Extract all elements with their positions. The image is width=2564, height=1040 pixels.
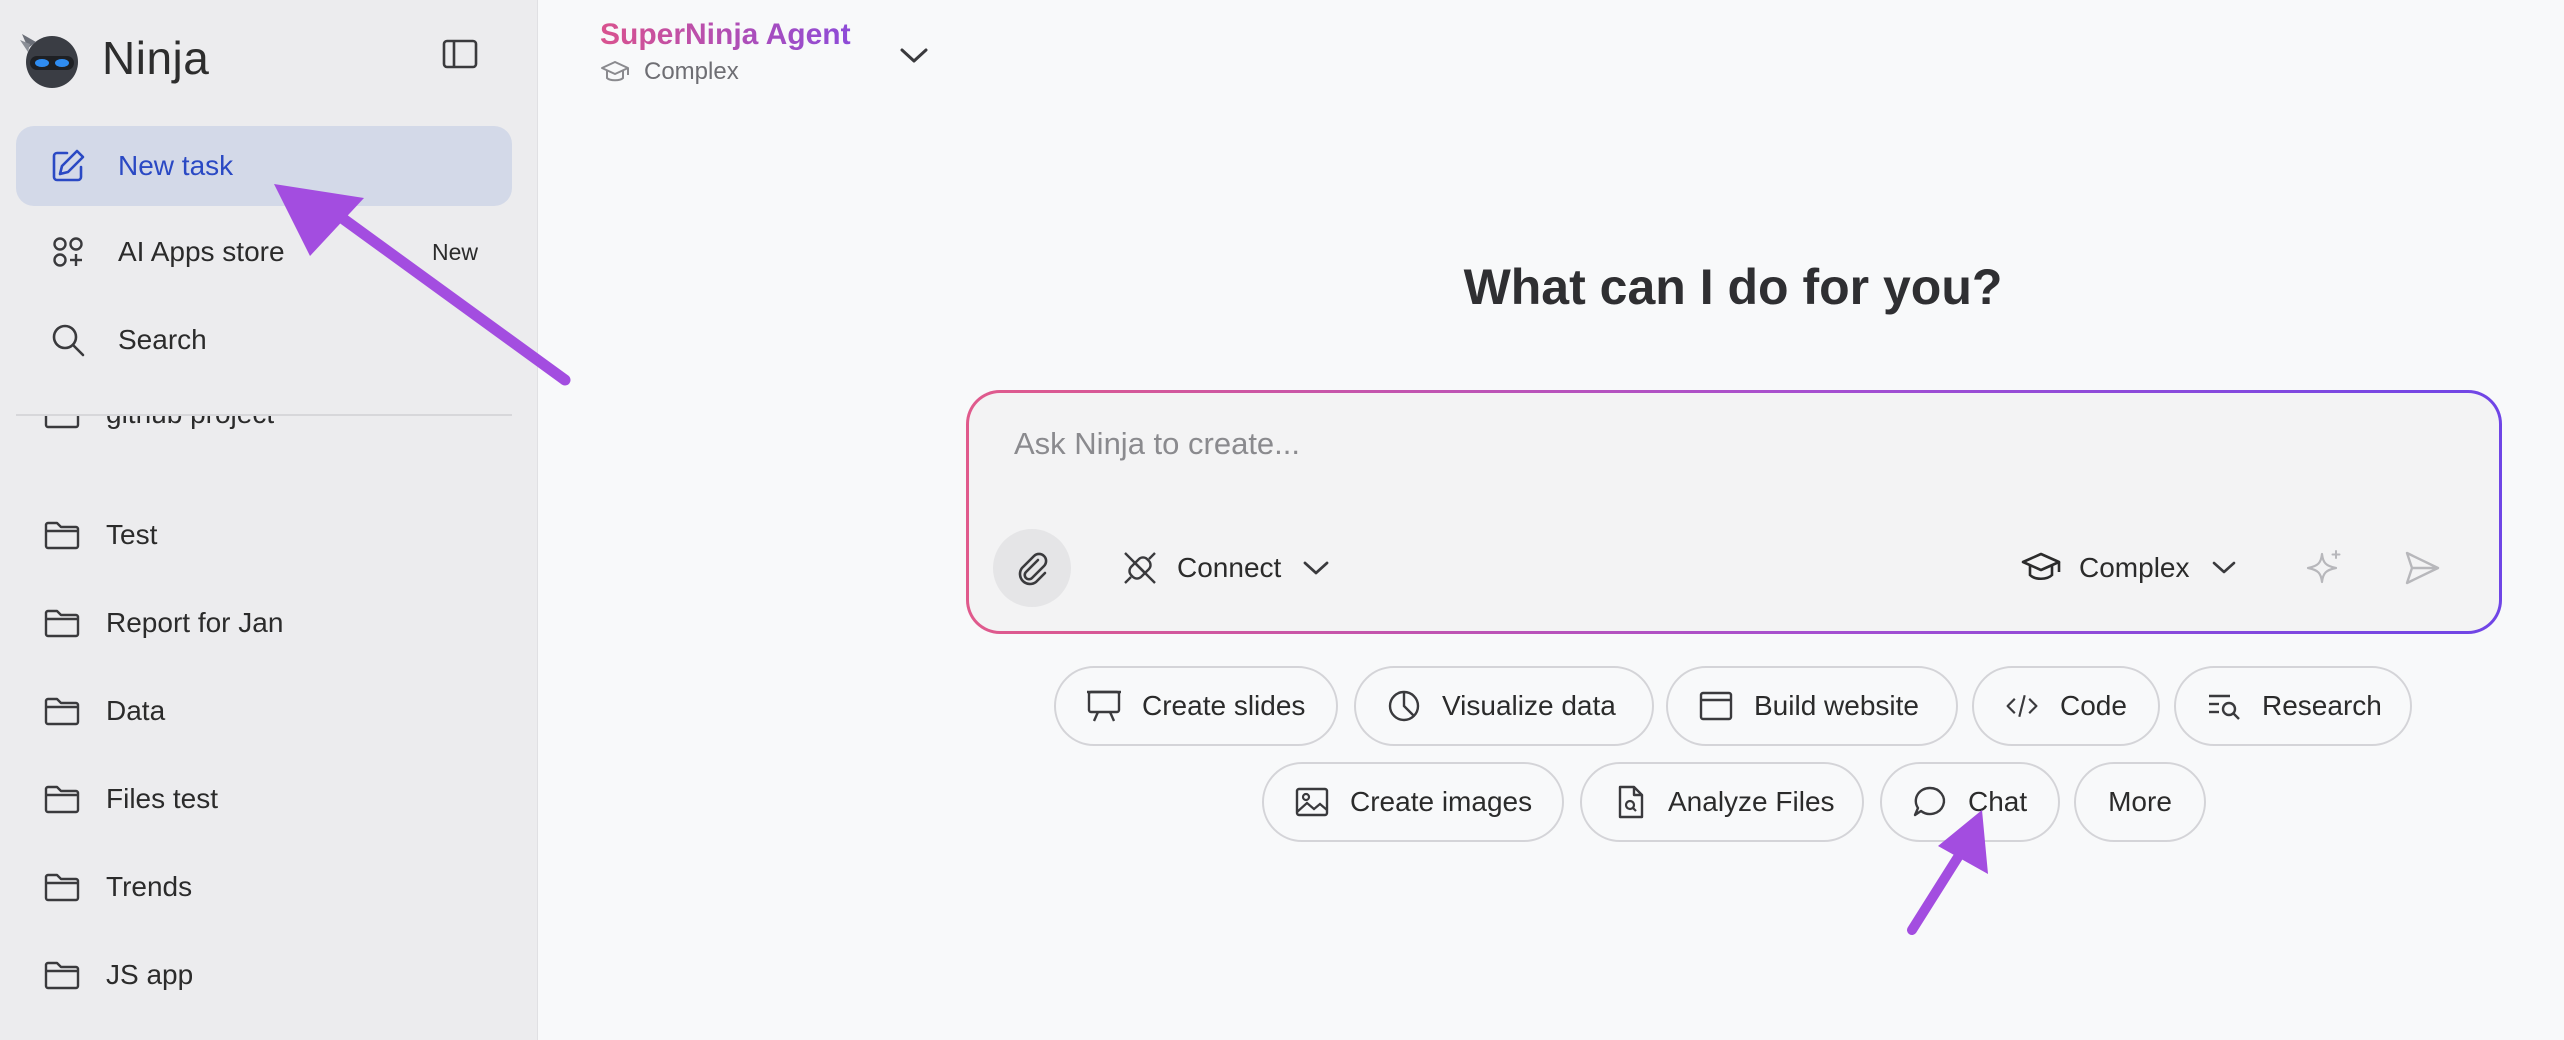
folder-label: Data	[106, 695, 166, 726]
research-label: Research	[2262, 690, 2382, 721]
visualize-data-label: Visualize data	[1442, 690, 1616, 721]
new-badge: New	[431, 238, 478, 265]
folder-icon	[44, 416, 80, 429]
visualize-data-chip[interactable]: Visualize data	[1354, 666, 1654, 746]
agent-selector[interactable]: SuperNinja Agent Complex	[600, 18, 851, 98]
sparkle-icon	[2306, 550, 2341, 584]
agent-mode-label: Complex	[644, 58, 739, 85]
new-task-label: New task	[118, 150, 234, 181]
collapse-sidebar-button[interactable]	[438, 36, 482, 72]
folder-label: Files test	[106, 783, 219, 814]
folder-label: Report for Jan	[106, 607, 284, 638]
create-images-chip[interactable]: Create images	[1262, 762, 1564, 842]
search-icon	[48, 320, 88, 360]
file-search-icon	[1612, 784, 1648, 820]
attach-button[interactable]	[993, 529, 1071, 607]
presentation-icon	[1086, 688, 1122, 724]
page-heading: What can I do for you?	[1463, 259, 2003, 315]
send-icon	[2405, 551, 2440, 585]
folder-icon	[44, 697, 80, 726]
connect-button[interactable]: Connect	[1121, 543, 1331, 593]
folder-icon	[44, 961, 80, 990]
apps-icon	[48, 232, 88, 272]
create-images-label: Create images	[1350, 786, 1533, 817]
folder-item[interactable]: Trends	[44, 857, 192, 917]
chevron-down-icon	[2213, 561, 2236, 574]
code-label: Code	[2060, 690, 2127, 721]
chat-label: Chat	[1968, 786, 2028, 817]
chevron-down-icon	[1303, 561, 1329, 575]
ai-apps-store-link[interactable]: AI Apps store New	[16, 212, 512, 292]
chevron-down-icon[interactable]	[896, 40, 932, 70]
folder-item[interactable]: Test	[44, 505, 157, 565]
paperclip-icon	[1018, 552, 1048, 586]
sidebar: Ninja New task AI Apps store New Search …	[0, 0, 538, 1040]
ai-apps-store-label: AI Apps store	[118, 236, 285, 267]
folder-item[interactable]: Files test	[44, 769, 218, 829]
folder-label: Trends	[106, 871, 193, 902]
folder-label: Test	[106, 519, 158, 550]
send-button[interactable]	[2399, 545, 2445, 591]
folder-icon	[44, 609, 80, 638]
edit-icon	[48, 146, 88, 186]
analyze-files-label: Analyze Files	[1668, 786, 1835, 817]
connect-label: Connect	[1177, 552, 1282, 583]
folder-item[interactable]: JS app	[44, 945, 193, 1005]
code-chip[interactable]: Code	[1972, 666, 2160, 746]
sidebar-toggle-icon	[442, 39, 478, 69]
folder-label: github project	[106, 416, 274, 430]
ninja-logo-icon	[20, 34, 78, 88]
mode-label: Complex	[2079, 552, 2190, 583]
create-slides-label: Create slides	[1142, 690, 1306, 721]
prompt-input[interactable]	[1014, 419, 2214, 469]
folder-icon	[44, 521, 80, 550]
composer-body: Connect Complex	[969, 393, 2499, 631]
build-website-label: Build website	[1754, 690, 1919, 721]
composer: Connect Complex	[966, 390, 2502, 634]
more-chip[interactable]: More	[2074, 762, 2206, 842]
code-icon	[2004, 688, 2040, 724]
logo[interactable]: Ninja	[18, 26, 209, 90]
graduation-cap-icon	[2021, 552, 2061, 581]
research-icon	[2206, 688, 2242, 724]
folder-item[interactable]: Report for Jan	[44, 593, 283, 653]
enhance-prompt-button[interactable]	[2301, 545, 2347, 591]
browser-icon	[1698, 688, 1734, 724]
plug-icon	[1124, 552, 1156, 584]
folder-item[interactable]: github project	[44, 416, 274, 444]
analyze-files-chip[interactable]: Analyze Files	[1580, 762, 1864, 842]
image-icon	[1294, 784, 1330, 820]
mode-selector[interactable]: Complex	[2021, 543, 2237, 593]
chat-chip[interactable]: Chat	[1880, 762, 2060, 842]
new-task-button[interactable]: New task	[16, 126, 512, 206]
app-name: Ninja	[102, 32, 210, 84]
create-slides-chip[interactable]: Create slides	[1054, 666, 1338, 746]
search-link[interactable]: Search	[16, 300, 512, 380]
folder-item[interactable]: Data	[44, 681, 165, 741]
chat-bubble-icon	[1912, 784, 1948, 820]
build-website-chip[interactable]: Build website	[1666, 666, 1958, 746]
graduation-cap-icon	[601, 61, 629, 82]
folder-list: github project Test Report for Jan Data …	[0, 416, 537, 1040]
more-label: More	[2108, 786, 2172, 817]
search-label: Search	[118, 324, 207, 355]
agent-title: SuperNinja Agent	[600, 18, 851, 51]
agent-mode: Complex	[600, 58, 851, 86]
research-chip[interactable]: Research	[2174, 666, 2412, 746]
folder-label: JS app	[106, 959, 194, 990]
pie-chart-icon	[1386, 688, 1422, 724]
folder-icon	[44, 873, 80, 902]
folder-icon	[44, 785, 80, 814]
